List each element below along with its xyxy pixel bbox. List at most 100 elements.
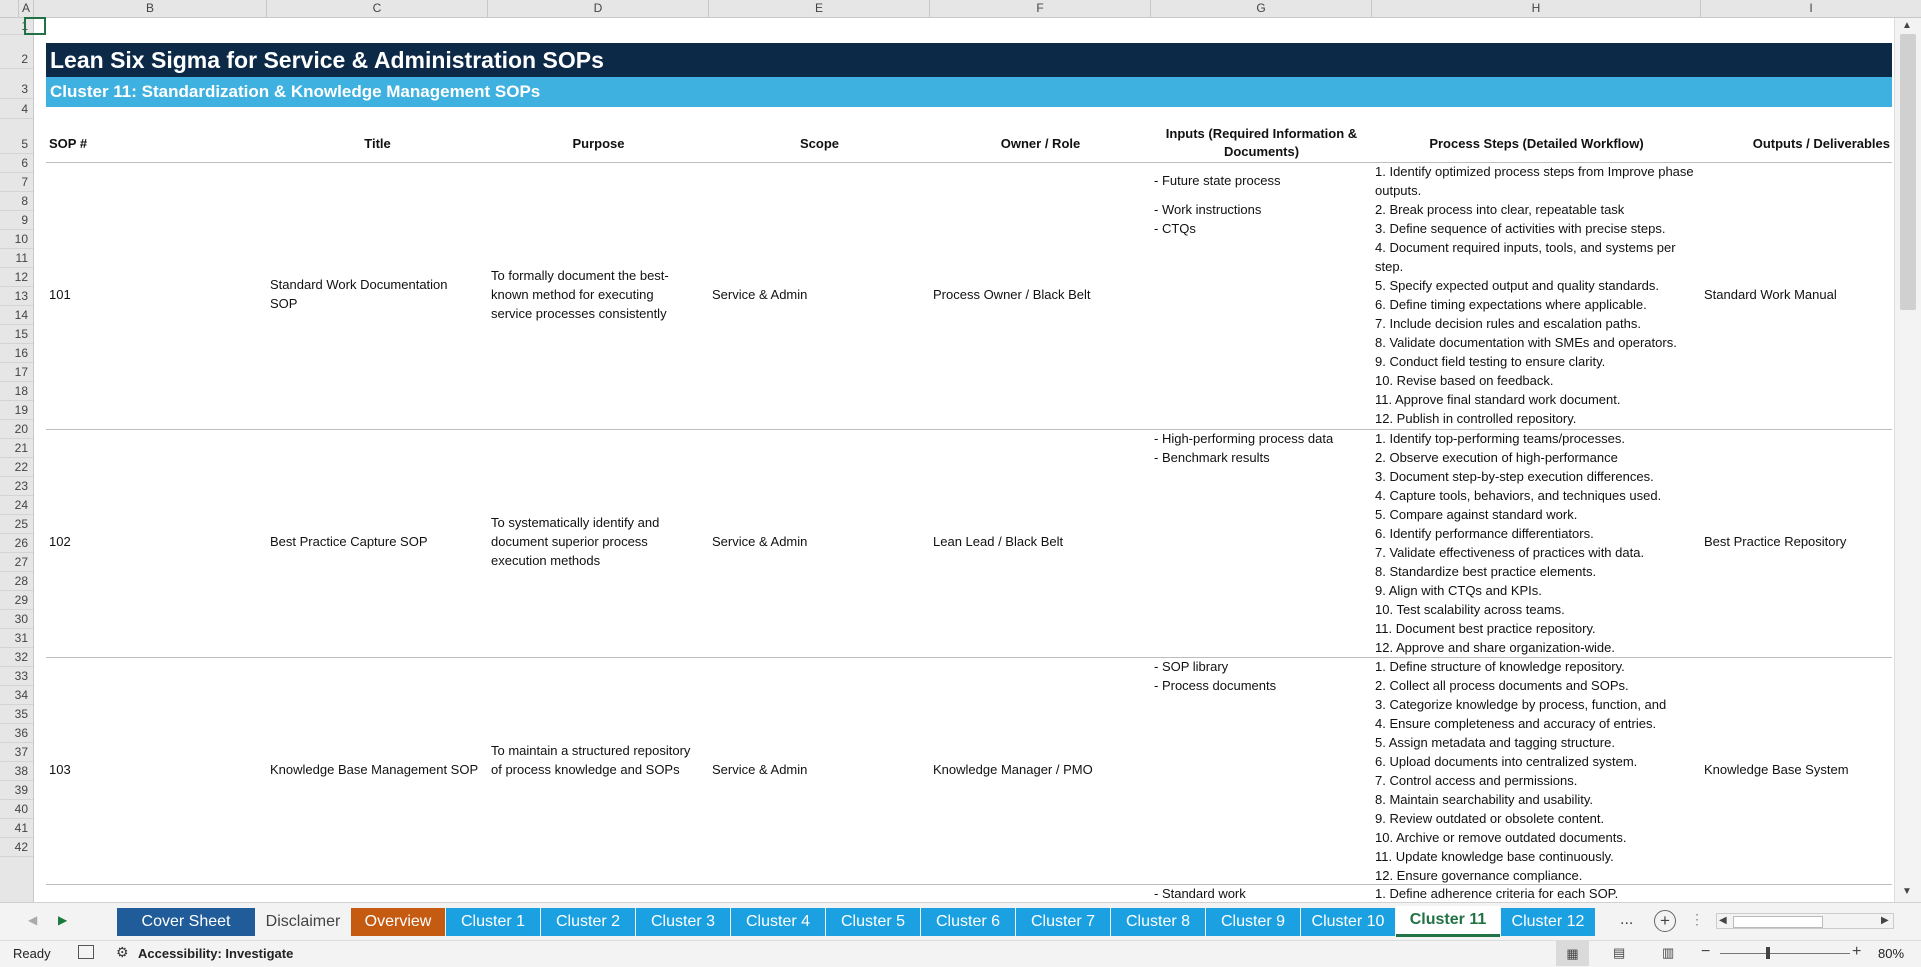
row-header-7[interactable]: 7 <box>0 173 33 192</box>
col-header-c[interactable]: C <box>267 0 488 17</box>
sop-103-step[interactable]: 1. Define structure of knowledge reposit… <box>1375 657 1701 676</box>
sop-101-step[interactable]: 9. Conduct field testing to ensure clari… <box>1375 352 1701 371</box>
header-title[interactable]: Title <box>267 134 488 153</box>
sop-102-input[interactable]: - High-performing process data <box>1154 429 1333 448</box>
row-header-13[interactable]: 13 <box>0 287 33 306</box>
sop-103-scope[interactable]: Service & Admin <box>712 760 807 779</box>
tab-options-icon[interactable]: ⋮ <box>1690 911 1704 928</box>
zoom-in-icon[interactable]: + <box>1852 943 1861 961</box>
sop-101-purpose[interactable]: To formally document the best-known meth… <box>491 266 696 323</box>
sop-103-step[interactable]: 6. Upload documents into centralized sys… <box>1375 752 1701 771</box>
row-header-10[interactable]: 10 <box>0 230 33 249</box>
sheet-tab-cluster-7[interactable]: Cluster 7 <box>1016 908 1110 936</box>
sop-102-number[interactable]: 102 <box>49 532 71 551</box>
sop-102-step[interactable]: 7. Validate effectiveness of practices w… <box>1375 543 1701 562</box>
row-header-29[interactable]: 29 <box>0 591 33 610</box>
cell-mode-icon[interactable] <box>78 945 94 959</box>
sop-103-step[interactable]: 4. Ensure completeness and accuracy of e… <box>1375 714 1701 733</box>
select-all-corner[interactable] <box>0 0 19 17</box>
sop-101-input[interactable]: - CTQs <box>1154 219 1196 238</box>
header-outputs[interactable]: Outputs / Deliverables <box>1701 134 1894 153</box>
sop-102-title[interactable]: Best Practice Capture SOP <box>270 532 480 551</box>
row-header-24[interactable]: 24 <box>0 496 33 515</box>
sop-103-step[interactable]: 9. Review outdated or obsolete content. <box>1375 809 1701 828</box>
sop-102-step[interactable]: 4. Capture tools, behaviors, and techniq… <box>1375 486 1701 505</box>
sop-102-outputs[interactable]: Best Practice Repository <box>1704 532 1846 551</box>
row-header-17[interactable]: 17 <box>0 363 33 382</box>
sop-103-step[interactable]: 11. Update knowledge base continuously. <box>1375 847 1701 866</box>
tab-scroll-right-icon[interactable]: ▶ <box>58 913 67 927</box>
sop-102-step[interactable]: 2. Observe execution of high-performance <box>1375 448 1701 467</box>
sheet-tab-cluster-12[interactable]: Cluster 12 <box>1501 908 1595 936</box>
sop-103-number[interactable]: 103 <box>49 760 71 779</box>
row-header-39[interactable]: 39 <box>0 781 33 800</box>
row-header-23[interactable]: 23 <box>0 477 33 496</box>
row-header-5[interactable]: 5 <box>0 119 33 154</box>
sop-101-number[interactable]: 101 <box>49 285 71 304</box>
row-header-8[interactable]: 8 <box>0 192 33 211</box>
col-header-f[interactable]: F <box>930 0 1151 17</box>
sheet-tab-cluster-6[interactable]: Cluster 6 <box>921 908 1015 936</box>
sheet-tab-cluster-4[interactable]: Cluster 4 <box>731 908 825 936</box>
sheet-subtitle[interactable]: Cluster 11: Standardization & Knowledge … <box>46 77 1892 107</box>
sop-101-scope[interactable]: Service & Admin <box>712 285 807 304</box>
header-process-steps[interactable]: Process Steps (Detailed Workflow) <box>1372 134 1701 153</box>
sop-103-step[interactable]: 2. Collect all process documents and SOP… <box>1375 676 1701 695</box>
sheet-tab-overview[interactable]: Overview <box>351 908 445 936</box>
row-header-30[interactable]: 30 <box>0 610 33 629</box>
sop-102-step[interactable]: 8. Standardize best practice elements. <box>1375 562 1701 581</box>
sop-103-owner[interactable]: Knowledge Manager / PMO <box>933 760 1093 779</box>
sheet-tab-disclaimer[interactable]: Disclaimer <box>256 908 350 936</box>
row-header-15[interactable]: 15 <box>0 325 33 344</box>
sop-103-title[interactable]: Knowledge Base Management SOP <box>270 760 490 779</box>
sheet-tab-cluster-10[interactable]: Cluster 10 <box>1301 908 1395 936</box>
sheet-tab-cluster-9[interactable]: Cluster 9 <box>1206 908 1300 936</box>
header-scope[interactable]: Scope <box>709 134 930 153</box>
sheet-title[interactable]: Lean Six Sigma for Service & Administrat… <box>46 43 1892 77</box>
sheet-tab-cover-sheet[interactable]: Cover Sheet <box>117 908 255 936</box>
sheet-tab-cluster-8[interactable]: Cluster 8 <box>1111 908 1205 936</box>
horizontal-scroll-thumb[interactable] <box>1733 916 1823 928</box>
row-header-42[interactable]: 42 <box>0 838 33 857</box>
sop-101-step[interactable]: 4. Document required inputs, tools, and … <box>1375 238 1701 276</box>
row-header-35[interactable]: 35 <box>0 705 33 724</box>
add-sheet-icon[interactable]: + <box>1654 910 1676 932</box>
sop-103-step[interactable]: 3. Categorize knowledge by process, func… <box>1375 695 1701 714</box>
sheet-tab-cluster-2[interactable]: Cluster 2 <box>541 908 635 936</box>
row-header-11[interactable]: 11 <box>0 249 33 268</box>
vertical-scroll-thumb[interactable] <box>1900 34 1916 310</box>
col-header-d[interactable]: D <box>488 0 709 17</box>
row-header-4[interactable]: 4 <box>0 99 33 119</box>
row-header-22[interactable]: 22 <box>0 458 33 477</box>
zoom-out-icon[interactable]: − <box>1701 943 1710 961</box>
sop-103-step[interactable]: 5. Assign metadata and tagging structure… <box>1375 733 1701 752</box>
sop-103-step[interactable]: 7. Control access and permissions. <box>1375 771 1701 790</box>
sop-101-step[interactable]: 12. Publish in controlled repository. <box>1375 409 1701 428</box>
row-header-31[interactable]: 31 <box>0 629 33 648</box>
row-header-40[interactable]: 40 <box>0 800 33 819</box>
scroll-down-icon[interactable]: ▼ <box>1902 886 1912 897</box>
row-header-41[interactable]: 41 <box>0 819 33 838</box>
worksheet-grid[interactable]: Lean Six Sigma for Service & Administrat… <box>34 18 1894 902</box>
row-header-36[interactable]: 36 <box>0 724 33 743</box>
row-header-18[interactable]: 18 <box>0 382 33 401</box>
sop-101-step[interactable]: 7. Include decision rules and escalation… <box>1375 314 1701 333</box>
sheet-tab-cluster-11[interactable]: Cluster 11 <box>1396 906 1500 937</box>
col-header-b[interactable]: B <box>34 0 267 17</box>
scroll-left-icon[interactable]: ◀ <box>1719 915 1727 926</box>
sop-101-outputs[interactable]: Standard Work Manual <box>1704 285 1837 304</box>
sop-103-step[interactable]: 12. Ensure governance compliance. <box>1375 866 1701 885</box>
row-header-21[interactable]: 21 <box>0 439 33 458</box>
active-cell-a1[interactable] <box>24 17 46 35</box>
sop-103-step[interactable]: 8. Maintain searchability and usability. <box>1375 790 1701 809</box>
sop-102-input[interactable]: - Benchmark results <box>1154 448 1270 467</box>
col-header-e[interactable]: E <box>709 0 930 17</box>
col-header-g[interactable]: G <box>1151 0 1372 17</box>
sop-102-step[interactable]: 12. Approve and share organization-wide. <box>1375 638 1701 657</box>
sop-102-step[interactable]: 9. Align with CTQs and KPIs. <box>1375 581 1701 600</box>
zoom-slider-thumb[interactable] <box>1766 947 1770 959</box>
row-header-34[interactable]: 34 <box>0 686 33 705</box>
scroll-up-icon[interactable]: ▲ <box>1902 20 1912 31</box>
normal-view-icon[interactable]: ▦ <box>1556 941 1589 966</box>
tab-scroll-left-icon[interactable]: ◀ <box>28 913 37 927</box>
